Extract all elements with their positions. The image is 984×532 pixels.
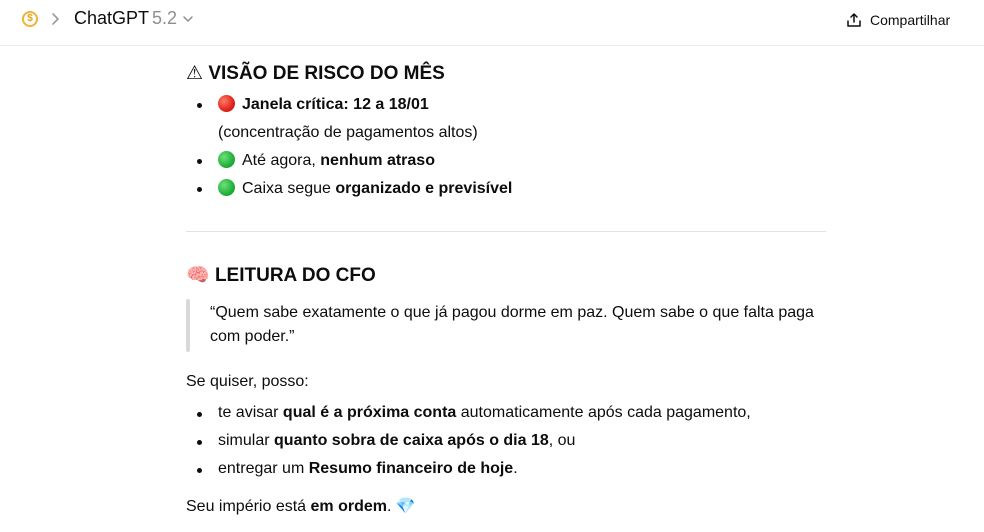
risk-item-2-pre: Até agora, (242, 152, 321, 169)
closing-post: . (386, 498, 396, 515)
bullet (197, 159, 202, 164)
bullet (197, 412, 202, 417)
risk-item-3: Caixa segue organizado e previsível (218, 179, 512, 198)
closing-bold: em ordem (310, 498, 387, 515)
offer-item-3-pre: entregar um (218, 460, 309, 477)
offer-item-3-post: . (513, 460, 518, 477)
risk-item-2-bold: nenhum atraso (320, 152, 435, 169)
offer-item-1-pre: te avisar (218, 404, 283, 421)
offer-item-3: entregar um Resumo financeiro de hoje. (218, 460, 518, 478)
red-circle-icon (218, 95, 235, 112)
offer-item-1: te avisar qual é a próxima conta automat… (218, 404, 751, 422)
share-icon (847, 13, 861, 27)
offer-intro: Se quiser, posso: (186, 373, 309, 390)
offer-item-1-bold: qual é a próxima conta (282, 404, 457, 421)
warning-icon: ⚠ (186, 63, 204, 84)
offer-item-1-post: automaticamente após cada pagamento, (456, 404, 751, 421)
chevron-down-icon[interactable] (181, 12, 195, 26)
brain-icon: 🧠 (186, 265, 210, 286)
cfo-heading: 🧠 LEITURA DO CFO (186, 263, 376, 287)
risk-title: VISÃO DE RISCO DO MÊS (208, 63, 445, 84)
offer-item-2-pre: simular (218, 432, 275, 449)
gem-icon: 💎 (395, 498, 416, 515)
offer-item-2-post: , ou (548, 432, 576, 449)
risk-heading: ⚠ VISÃO DE RISCO DO MÊS (186, 62, 445, 85)
green-circle-icon (218, 179, 235, 196)
risk-item-3-bold: organizado e previsível (335, 180, 513, 197)
offer-item-2: simular quanto sobra de caixa após o dia… (218, 432, 575, 450)
model-version[interactable]: 5.2 (152, 8, 177, 29)
bullet (197, 103, 202, 108)
offer-item-3-bold: Resumo financeiro de hoje (308, 460, 514, 477)
bullet (197, 187, 202, 192)
chevron-right-icon (52, 13, 60, 25)
top-bar: $ ChatGPT 5.2 Compartilhar (0, 0, 984, 46)
section-divider (186, 231, 826, 232)
risk-item-1: Janela crítica: 12 a 18/01 (218, 95, 429, 114)
risk-item-1-sub: (concentração de pagamentos altos) (218, 124, 478, 141)
share-label: Compartilhar (870, 12, 951, 28)
bullet (197, 468, 202, 473)
bullet (197, 440, 202, 445)
cfo-title: LEITURA DO CFO (214, 265, 376, 286)
share-button[interactable]: Compartilhar (846, 9, 950, 31)
risk-item-3-pre: Caixa segue (242, 180, 336, 197)
coin-icon[interactable]: $ (22, 11, 38, 27)
offer-item-2-bold: quanto sobra de caixa após o dia 18 (274, 432, 549, 449)
closing-line: Seu império está em ordem. 💎 (186, 496, 416, 516)
green-circle-icon (218, 151, 235, 168)
blockquote-bar (186, 299, 190, 352)
app-title[interactable]: ChatGPT (74, 8, 149, 29)
risk-item-1-bold: Janela crítica: 12 a 18/01 (242, 96, 429, 113)
cfo-quote: “Quem sabe exatamente o que já pagou dor… (210, 304, 814, 345)
closing-pre: Seu império está (186, 498, 311, 515)
risk-item-2: Até agora, nenhum atraso (218, 151, 435, 170)
